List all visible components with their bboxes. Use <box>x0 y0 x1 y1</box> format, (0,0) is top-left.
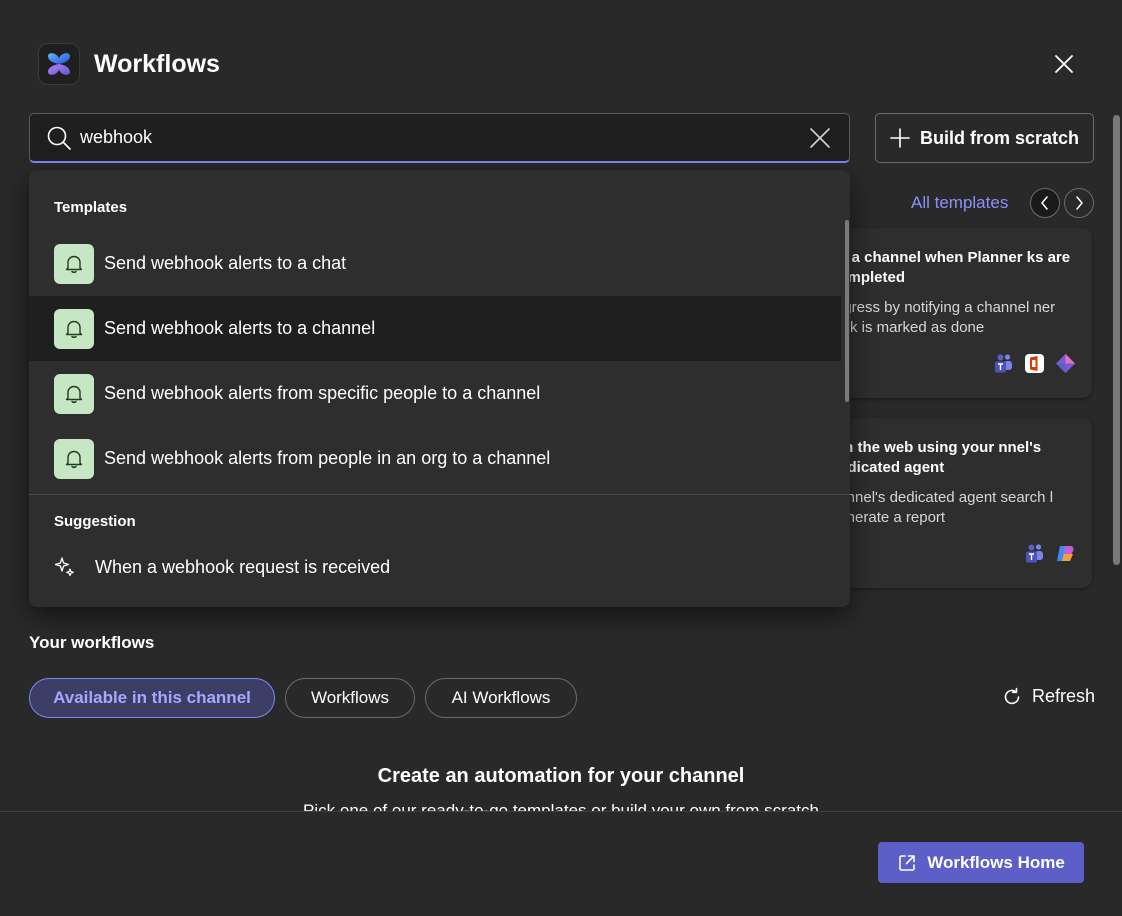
all-templates-link[interactable]: All templates <box>911 193 1008 213</box>
template-result-label: Send webhook alerts from people in an or… <box>104 448 551 468</box>
card-description: rogress by notifying a channel ner task … <box>830 299 1056 336</box>
build-from-scratch-button[interactable]: Build from scratch <box>875 113 1094 163</box>
filter-workflows[interactable]: Workflows <box>285 678 415 718</box>
template-result-label: Send webhook alerts to a channel <box>104 318 376 338</box>
bell-icon <box>54 438 94 479</box>
open-external-icon <box>897 853 917 873</box>
search-results-dropdown: Templates Send webhook alerts to a chat … <box>29 170 850 607</box>
dropdown-divider <box>29 494 850 495</box>
close-button[interactable] <box>1049 49 1079 79</box>
dialog-header: Workflows <box>38 43 220 85</box>
template-result-item[interactable]: Send webhook alerts to a chat <box>29 231 841 296</box>
suggestion-item[interactable]: When a webhook request is received <box>54 556 390 578</box>
bell-icon <box>54 243 94 284</box>
plus-icon <box>890 128 910 148</box>
chevron-right-icon <box>1076 196 1083 210</box>
search-input[interactable] <box>80 127 808 148</box>
copilot-icon <box>1055 543 1076 564</box>
bell-icon <box>54 308 94 349</box>
suggestion-label: When a webhook request is received <box>95 556 391 577</box>
chevron-left-icon <box>1041 196 1048 210</box>
dialog-scrollbar[interactable] <box>1113 115 1120 565</box>
template-result-label: Send webhook alerts to a chat <box>104 253 347 273</box>
sparkle-icon <box>54 556 76 578</box>
card-title: rch the web using your nnel's dedicated … <box>830 439 1042 476</box>
gallery-prev-button[interactable] <box>1030 188 1060 218</box>
gallery-next-button[interactable] <box>1064 188 1094 218</box>
office-icon <box>1024 353 1045 374</box>
workflows-home-label: Workflows Home <box>927 852 1065 872</box>
dialog-footer: Workflows Home <box>0 811 1122 916</box>
build-from-scratch-label: Build from scratch <box>919 127 1080 148</box>
refresh-label: Refresh <box>1032 686 1096 706</box>
planner-icon <box>1055 353 1076 374</box>
template-result-item[interactable]: Send webhook alerts to a channel <box>29 296 841 361</box>
refresh-icon <box>1002 687 1022 707</box>
dropdown-scrollbar[interactable] <box>845 220 849 402</box>
bell-icon <box>54 373 94 414</box>
search-icon <box>46 125 72 151</box>
filter-available-in-channel[interactable]: Available in this channel <box>29 678 275 718</box>
suggestion-heading: Suggestion <box>54 513 136 530</box>
template-result-label: Send webhook alerts from specific people… <box>104 383 541 403</box>
card-description: hannel's dedicated agent search l genera… <box>830 489 1054 526</box>
template-result-item[interactable]: Send webhook alerts from people in an or… <box>29 426 841 491</box>
empty-state-title: Create an automation for your channel <box>377 765 745 787</box>
your-workflows-heading: Your workflows <box>29 633 155 652</box>
template-result-item[interactable]: Send webhook alerts from specific people… <box>29 361 841 426</box>
workflows-logo-icon <box>38 43 80 85</box>
clear-search-icon[interactable] <box>808 126 832 150</box>
workflows-home-button[interactable]: Workflows Home <box>878 842 1084 883</box>
refresh-button[interactable]: Refresh <box>1002 686 1095 707</box>
dialog-title: Workflows <box>94 49 220 78</box>
empty-state-subtitle: Pick one of our ready-to-go templates or… <box>303 801 819 811</box>
search-box[interactable] <box>29 113 850 163</box>
templates-heading: Templates <box>54 199 128 216</box>
close-icon <box>1055 55 1073 73</box>
teams-icon <box>1024 543 1045 564</box>
filter-ai-workflows[interactable]: AI Workflows <box>425 678 577 718</box>
teams-icon <box>993 353 1014 374</box>
card-title: ify a channel when Planner ks are comple… <box>830 249 1071 286</box>
